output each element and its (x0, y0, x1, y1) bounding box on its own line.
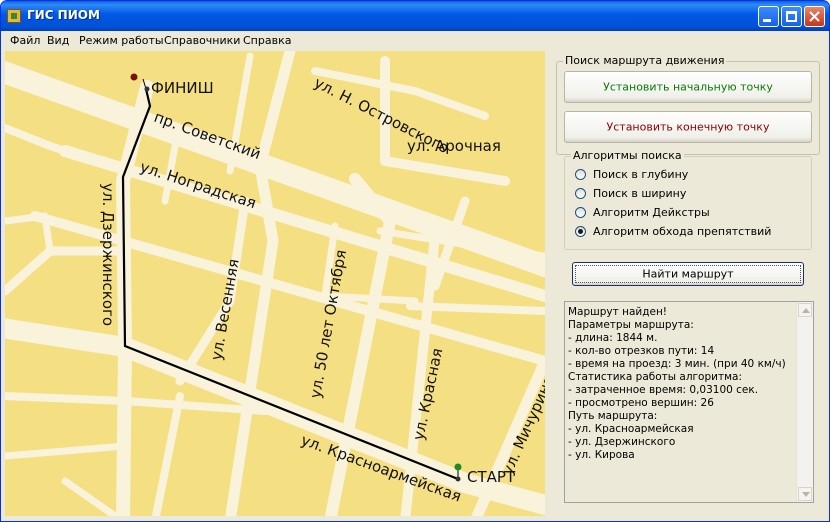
chevron-up-icon (802, 308, 810, 313)
start-marker[interactable] (454, 463, 462, 471)
find-route-label: Найти маршрут (642, 267, 734, 281)
finish-marker[interactable] (130, 73, 138, 81)
result-line: - ул. Дзержинского (568, 436, 676, 448)
scroll-down-button[interactable] (798, 487, 812, 501)
street-label-dzerzhinskogo: ул. Дзержинского (99, 183, 117, 326)
menu-bar: Файл Вид Режим работы Справочники Справк… (1, 31, 829, 50)
result-log: Маршрут найден! Параметры маршрута: - дл… (568, 306, 794, 462)
algo-dfs-label: Поиск в глубину (593, 168, 689, 181)
algo-obstacle-radio[interactable] (575, 226, 586, 237)
control-panel: Поиск маршрута движения Установить начал… (556, 51, 820, 516)
title-bar[interactable]: ГИС ПИОМ (1, 1, 829, 31)
algo-dfs-radio[interactable] (575, 169, 586, 180)
set-start-point-label: Установить начальную точку (603, 80, 773, 94)
result-line: - затраченное время: 0,03100 сек. (568, 384, 759, 396)
algo-bfs-label: Поиск в ширину (593, 187, 687, 200)
result-line: Статистика работы алгоритма: (568, 371, 742, 383)
street-label-arochnaya: ул. Арочная (407, 137, 501, 155)
algo-bfs-radio[interactable] (575, 188, 586, 199)
window-title: ГИС ПИОМ (27, 8, 100, 22)
maximize-button[interactable] (781, 6, 802, 27)
menu-view[interactable]: Вид (47, 34, 69, 47)
map-view[interactable]: ФИНИШ СТАРТ ул. Н. Островского ул. Арочн… (5, 51, 545, 516)
chevron-down-icon (802, 492, 810, 497)
find-route-button[interactable]: Найти маршрут (572, 262, 804, 286)
app-icon (7, 9, 21, 23)
route-search-title: Поиск маршрута движения (563, 54, 727, 67)
result-line: - ул. Красноармейская (568, 423, 694, 435)
result-line: - ул. Кирова (568, 449, 635, 461)
result-scrollbar[interactable] (796, 302, 813, 502)
result-line: Путь маршрута: (568, 410, 658, 422)
algorithms-title: Алгоритмы поиска (571, 149, 684, 162)
result-line: Маршрут найден! (568, 306, 668, 318)
algo-dijkstra-label: Алгоритм Дейкстры (593, 206, 710, 219)
result-line: - просмотрено вершин: 26 (568, 397, 714, 409)
scroll-up-button[interactable] (798, 303, 812, 317)
close-icon (809, 11, 820, 22)
algo-obstacle-label: Алгоритм обхода препятствий (593, 225, 772, 238)
set-start-point-button[interactable]: Установить начальную точку (564, 71, 812, 103)
map-canvas[interactable]: ФИНИШ СТАРТ ул. Н. Островского ул. Арочн… (5, 51, 545, 516)
app-window: ГИС ПИОМ Файл Вид Режим работы Справочни… (0, 0, 830, 522)
result-line: Параметры маршрута: (568, 319, 694, 331)
menu-file[interactable]: Файл (10, 34, 40, 47)
minimize-button[interactable] (758, 6, 779, 27)
menu-references[interactable]: Справочники (164, 34, 240, 47)
close-button[interactable] (804, 6, 825, 27)
finish-label: ФИНИШ (151, 79, 214, 97)
result-line: - кол-во отрезков пути: 14 (568, 345, 715, 357)
result-line: - длина: 1844 м. (568, 332, 658, 344)
menu-mode[interactable]: Режим работы (79, 34, 164, 47)
result-textbox[interactable]: Маршрут найден! Параметры маршрута: - дл… (564, 301, 814, 503)
algorithms-group: Алгоритмы поиска Поиск в глубину Поиск в… (564, 149, 812, 250)
set-end-point-button[interactable]: Установить конечную точку (564, 111, 812, 143)
set-end-point-label: Установить конечную точку (606, 120, 770, 134)
algo-dijkstra-radio[interactable] (575, 207, 586, 218)
result-line: - время на проезд: 3 мин. (при 40 км/ч) (568, 358, 786, 370)
menu-help[interactable]: Справка (243, 34, 291, 47)
